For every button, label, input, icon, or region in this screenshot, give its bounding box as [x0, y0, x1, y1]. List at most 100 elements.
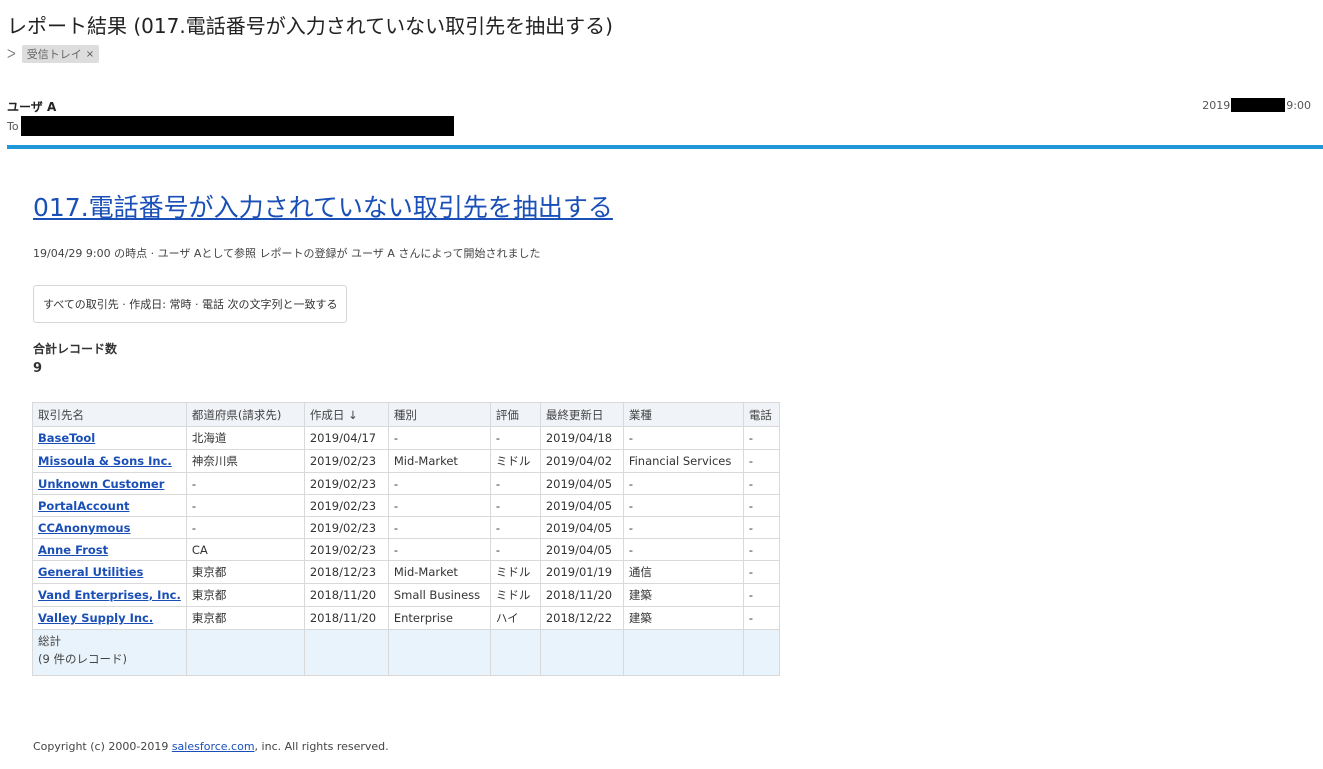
- account-link[interactable]: Unknown Customer: [38, 477, 164, 491]
- table-cell: -: [489, 538, 541, 561]
- footer-suffix: , inc. All rights reserved.: [254, 740, 389, 753]
- table-cell: ミドル: [489, 560, 541, 584]
- table-cell: 通信: [622, 560, 744, 584]
- table-cell: 2019/04/18: [539, 426, 624, 450]
- table-cell: -: [742, 583, 780, 607]
- table-row: Anne Frost CA 2019/02/23 - - 2019/04/05 …: [32, 538, 780, 561]
- table-cell: -: [489, 426, 541, 450]
- table-header-row: 取引先名 都道府県(請求先) 作成日 ↓ 種別 評価 最終更新日 業種 電話: [32, 402, 780, 427]
- label-row: ᐳ 受信トレイ ×: [7, 45, 100, 63]
- recipient-row: To: [7, 116, 454, 136]
- table-cell: 2019/04/02: [539, 449, 624, 473]
- report-meta: 19/04/29 9:00 の時点 · ユーザ Aとして参照 レポートの登録が …: [33, 247, 541, 260]
- table-cell: -: [185, 494, 305, 517]
- table-cell: -: [489, 472, 541, 495]
- email-view: レポート結果 (017.電話番号が入力されていない取引先を抽出する) ᐳ 受信ト…: [0, 0, 1323, 769]
- table-row: Valley Supply Inc. 東京都 2018/11/20 Enterp…: [32, 606, 780, 630]
- table-cell: -: [387, 516, 491, 539]
- label-arrow-icon: ᐳ: [7, 47, 16, 61]
- copyright-footer: Copyright (c) 2000-2019 salesforce.com, …: [33, 740, 389, 753]
- table-cell: ミドル: [489, 583, 541, 607]
- table-cell: -: [742, 538, 780, 561]
- table-row: CCAnonymous - 2019/02/23 - - 2019/04/05 …: [32, 516, 780, 539]
- table-cell: ハイ: [489, 606, 541, 630]
- table-cell: 2019/01/19: [539, 560, 624, 584]
- account-link[interactable]: Vand Enterprises, Inc.: [38, 588, 181, 602]
- table-cell: -: [622, 426, 744, 450]
- table-cell: 2019/04/05: [539, 494, 624, 517]
- account-link[interactable]: Missoula & Sons Inc.: [38, 454, 172, 468]
- email-date: 2019 9:00: [1202, 98, 1311, 112]
- account-link[interactable]: Anne Frost: [38, 543, 108, 557]
- table-cell: 2019/04/05: [539, 516, 624, 539]
- column-header: 電話: [742, 402, 780, 427]
- table-cell: Small Business: [387, 583, 491, 607]
- table-cell: 北海道: [185, 426, 305, 450]
- column-header: 評価: [489, 402, 541, 427]
- column-header: 最終更新日: [539, 402, 624, 427]
- table-cell: [539, 629, 624, 676]
- table-cell: -: [742, 494, 780, 517]
- label-chip-inbox[interactable]: 受信トレイ ×: [21, 45, 100, 63]
- redacted-date: [1231, 98, 1286, 112]
- table-cell: 2018/11/20: [303, 606, 389, 630]
- table-cell: 2019/02/23: [303, 516, 389, 539]
- table-cell: -: [185, 472, 305, 495]
- table-cell: 建築: [622, 606, 744, 630]
- table-row: Unknown Customer - 2019/02/23 - - 2019/0…: [32, 472, 780, 495]
- table-cell: Mid-Market: [387, 449, 491, 473]
- account-link[interactable]: General Utilities: [38, 565, 143, 579]
- close-icon[interactable]: ×: [86, 49, 94, 60]
- date-suffix: 9:00: [1286, 98, 1311, 112]
- label-chip-text: 受信トレイ: [26, 48, 82, 61]
- table-cell: -: [742, 606, 780, 630]
- report-title-link[interactable]: 017.電話番号が入力されていない取引先を抽出する: [33, 188, 613, 224]
- table-cell: [489, 629, 541, 676]
- table-cell: 建築: [622, 583, 744, 607]
- table-cell: 東京都: [185, 583, 305, 607]
- table-cell: 2019/02/23: [303, 449, 389, 473]
- table-cell: -: [622, 494, 744, 517]
- divider: [7, 145, 1323, 149]
- table-cell: -: [742, 426, 780, 450]
- table-cell: 2018/12/23: [303, 560, 389, 584]
- table-cell: -: [622, 538, 744, 561]
- column-header: 作成日 ↓: [303, 402, 389, 427]
- table-row: BaseTool 北海道 2019/04/17 - - 2019/04/18 -…: [32, 426, 780, 450]
- table-cell: -: [489, 494, 541, 517]
- table-cell: 2019/02/23: [303, 472, 389, 495]
- table-row: Missoula & Sons Inc. 神奈川県 2019/02/23 Mid…: [32, 449, 780, 473]
- table-cell: 2018/11/20: [303, 583, 389, 607]
- salesforce-link[interactable]: salesforce.com: [172, 740, 255, 753]
- table-cell: 2019/02/23: [303, 538, 389, 561]
- account-link[interactable]: CCAnonymous: [38, 521, 130, 535]
- table-cell: 2019/04/05: [539, 538, 624, 561]
- grand-total-cell: 総計 (9 件のレコード): [32, 629, 187, 676]
- grand-total-count: (9 件のレコード): [38, 652, 127, 666]
- table-cell: 2018/11/20: [539, 583, 624, 607]
- column-header: 取引先名: [32, 402, 187, 427]
- table-cell: Mid-Market: [387, 560, 491, 584]
- table-row: Vand Enterprises, Inc. 東京都 2018/11/20 Sm…: [32, 583, 780, 607]
- table-cell: [185, 629, 305, 676]
- account-link[interactable]: Valley Supply Inc.: [38, 611, 153, 625]
- account-link[interactable]: PortalAccount: [38, 499, 130, 513]
- table-cell: -: [185, 516, 305, 539]
- column-header: 都道府県(請求先): [185, 402, 305, 427]
- table-cell: Enterprise: [387, 606, 491, 630]
- table-cell: [622, 629, 744, 676]
- table-cell: 2019/02/23: [303, 494, 389, 517]
- table-cell: 2018/12/22: [539, 606, 624, 630]
- table-cell: CA: [185, 538, 305, 561]
- column-header: 種別: [387, 402, 491, 427]
- grand-total-label: 総計: [38, 634, 61, 648]
- table-cell: Financial Services: [622, 449, 744, 473]
- date-prefix: 2019: [1202, 98, 1231, 112]
- account-link[interactable]: BaseTool: [38, 431, 95, 445]
- grand-total-row: 総計 (9 件のレコード): [32, 629, 780, 676]
- table-cell: 東京都: [185, 606, 305, 630]
- redacted-recipient: [20, 116, 454, 136]
- table-cell: ミドル: [489, 449, 541, 473]
- table-row: General Utilities 東京都 2018/12/23 Mid-Mar…: [32, 560, 780, 584]
- table-cell: -: [622, 472, 744, 495]
